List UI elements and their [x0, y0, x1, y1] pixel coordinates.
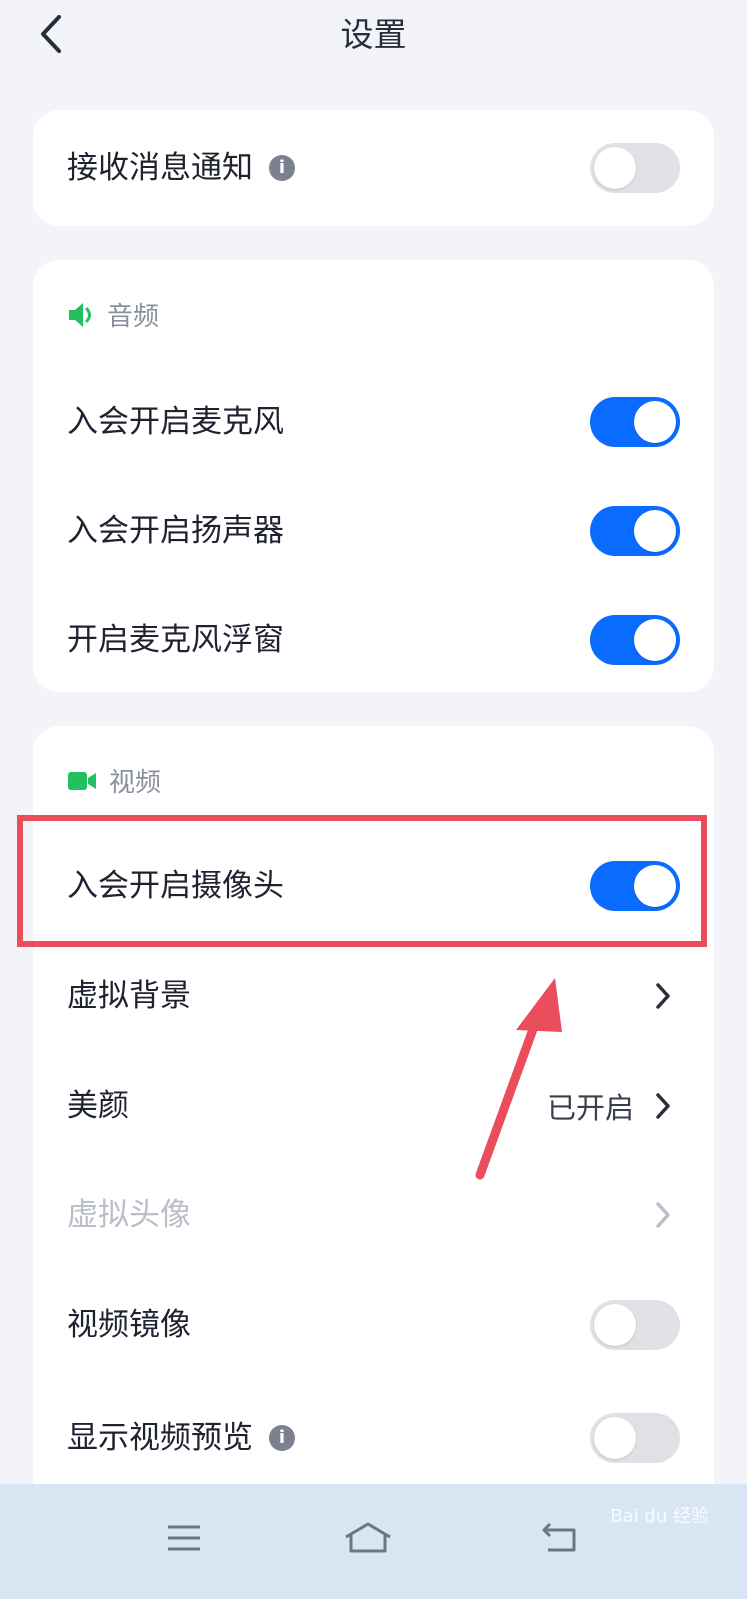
virtual-avatar-label: 虚拟头像	[67, 1197, 191, 1233]
video-section-header: 视频	[67, 762, 161, 799]
home-icon	[345, 1522, 391, 1553]
preview-text: 显示视频预览	[67, 1420, 253, 1456]
preview-toggle[interactable]	[590, 1413, 680, 1463]
back-nav-button[interactable]	[530, 1508, 590, 1568]
toggle-knob	[634, 865, 676, 907]
video-card: 视频 入会开启摄像头 虚拟背景 美颜 已开启 虚拟头像 视频镜像 显示视频预览 …	[33, 726, 714, 1506]
video-row-beauty[interactable]: 美颜 已开启	[33, 1051, 714, 1161]
notifications-text: 接收消息通知	[67, 150, 253, 186]
menu-button[interactable]	[154, 1508, 214, 1568]
notifications-row: 接收消息通知 i	[33, 113, 714, 223]
page-title: 设置	[340, 15, 407, 54]
audio-row-mic: 入会开启麦克风	[33, 367, 714, 477]
video-section-title: 视频	[109, 768, 162, 798]
audio-card: 音频 入会开启麦克风 入会开启扬声器 开启麦克风浮窗	[33, 260, 714, 692]
toggle-knob	[634, 401, 676, 443]
video-camera-icon	[67, 770, 97, 792]
mic-label: 入会开启麦克风	[67, 404, 284, 440]
mirror-toggle[interactable]	[590, 1300, 680, 1350]
menu-icon	[168, 1525, 200, 1551]
mic-float-toggle[interactable]	[590, 615, 680, 665]
video-row-virtual-background[interactable]: 虚拟背景	[33, 941, 714, 1051]
mirror-label: 视频镜像	[67, 1307, 191, 1343]
video-row-virtual-avatar[interactable]: 虚拟头像	[33, 1160, 714, 1270]
header: 设置	[0, 0, 747, 80]
audio-row-speaker: 入会开启扬声器	[33, 476, 714, 586]
preview-label: 显示视频预览 i	[67, 1418, 295, 1458]
audio-row-mic-float: 开启麦克风浮窗	[33, 585, 714, 695]
video-row-camera: 入会开启摄像头	[33, 831, 714, 941]
audio-section-title: 音频	[107, 302, 160, 332]
speaker-icon	[67, 302, 95, 328]
mic-float-label: 开启麦克风浮窗	[67, 622, 284, 658]
beauty-label: 美颜	[67, 1088, 129, 1124]
toggle-knob	[594, 1304, 636, 1346]
toggle-knob	[634, 619, 676, 661]
mic-toggle[interactable]	[590, 397, 680, 447]
speaker-label: 入会开启扬声器	[67, 513, 284, 549]
chevron-right-icon	[652, 1091, 674, 1121]
info-icon[interactable]: i	[269, 155, 295, 181]
annotation-arrow	[475, 978, 562, 1180]
toggle-knob	[634, 510, 676, 552]
home-button[interactable]	[338, 1508, 398, 1568]
watermark: Bai du 经验	[610, 1506, 709, 1527]
notifications-toggle[interactable]	[590, 143, 680, 193]
video-row-mirror: 视频镜像	[33, 1270, 714, 1380]
video-row-preview: 显示视频预览 i	[33, 1383, 714, 1493]
speaker-toggle[interactable]	[590, 506, 680, 556]
audio-section-header: 音频	[67, 296, 159, 333]
toggle-knob	[594, 147, 636, 189]
virtual-background-label: 虚拟背景	[67, 978, 191, 1014]
info-icon[interactable]: i	[269, 1425, 295, 1451]
toggle-knob	[594, 1417, 636, 1459]
return-icon	[542, 1522, 576, 1552]
notifications-card: 接收消息通知 i	[33, 110, 714, 226]
chevron-right-icon	[652, 981, 674, 1011]
camera-toggle[interactable]	[590, 861, 680, 911]
notifications-label: 接收消息通知 i	[67, 148, 295, 188]
chevron-right-icon	[652, 1200, 674, 1230]
camera-label: 入会开启摄像头	[67, 868, 284, 904]
